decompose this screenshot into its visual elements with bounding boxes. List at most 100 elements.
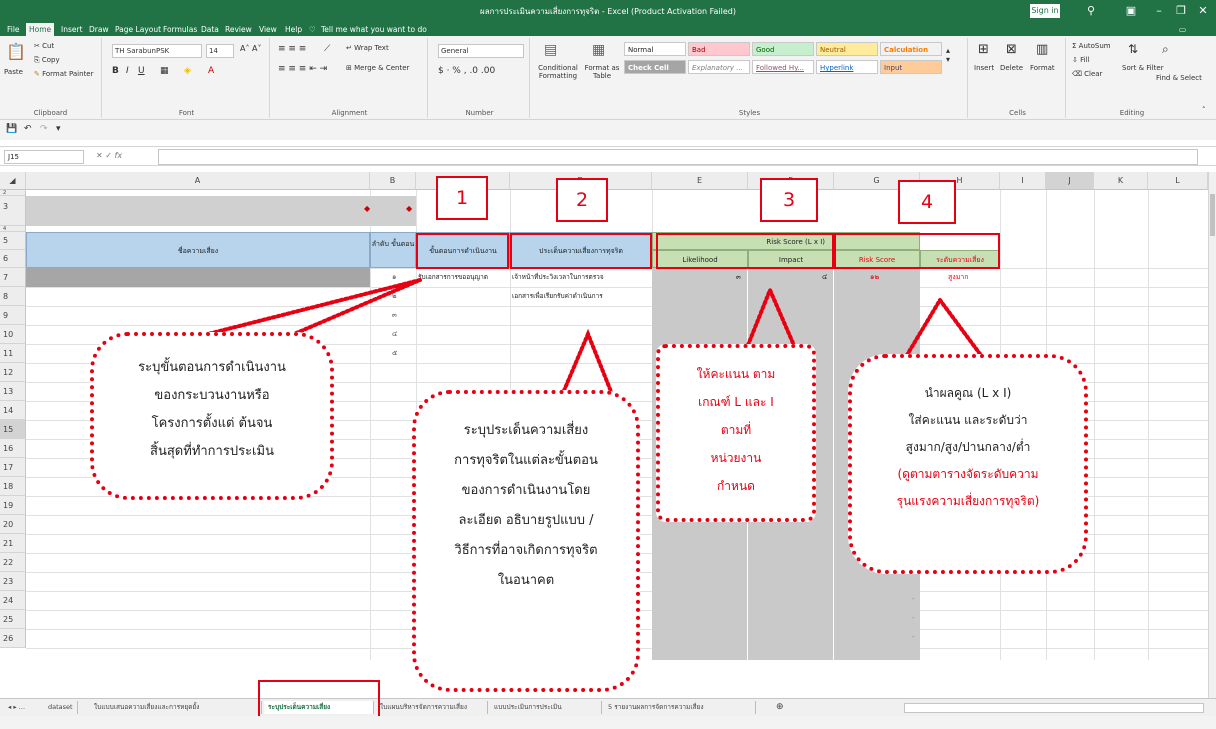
tab-page-layout[interactable]: Page Layout bbox=[112, 23, 164, 36]
col-header-b[interactable]: B bbox=[370, 172, 416, 190]
worksheet-grid[interactable]: ◢ A B C D E F G H I J K L 2 3 4 5 6 7 8 … bbox=[0, 172, 1208, 698]
col-header-a[interactable]: A bbox=[26, 172, 370, 190]
style-check-cell[interactable]: Check Cell bbox=[624, 60, 686, 74]
tab-formulas[interactable]: Formulas bbox=[160, 23, 200, 36]
close-icon[interactable]: ✕ bbox=[1192, 3, 1214, 19]
col-header-j[interactable]: J bbox=[1046, 172, 1094, 190]
find-select-button[interactable]: Find & Select bbox=[1156, 74, 1202, 82]
tab-file[interactable]: File bbox=[4, 23, 23, 36]
number-format-select[interactable]: General bbox=[438, 44, 524, 58]
delete-cells-icon[interactable]: ⊠ bbox=[1006, 42, 1017, 57]
format-cells-icon[interactable]: ▥ bbox=[1036, 42, 1048, 57]
minimize-icon[interactable]: – bbox=[1148, 3, 1170, 19]
col-header-l[interactable]: L bbox=[1148, 172, 1208, 190]
delete-cells-button[interactable]: Delete bbox=[1000, 64, 1023, 72]
find-select-icon[interactable]: ⌕ bbox=[1162, 42, 1169, 57]
issue-cell[interactable]: เอกสารเพื่อเรียกรับค่าดำเนินการ bbox=[512, 291, 652, 301]
orientation-icon[interactable]: ⟋ bbox=[324, 44, 330, 54]
row-header[interactable]: 25 bbox=[0, 610, 26, 629]
font-color-icon[interactable]: A bbox=[208, 66, 214, 76]
fx-icon[interactable]: ✕ ✓ fx bbox=[96, 151, 122, 160]
share-icon[interactable]: ⚲ bbox=[1080, 3, 1102, 19]
row-header[interactable]: 14 bbox=[0, 401, 26, 420]
bold-icon[interactable]: B bbox=[112, 66, 119, 76]
style-neutral[interactable]: Neutral bbox=[816, 42, 878, 56]
col-header-k[interactable]: K bbox=[1094, 172, 1148, 190]
row-header[interactable]: 18 bbox=[0, 477, 26, 496]
style-calculation[interactable]: Calculation bbox=[880, 42, 942, 56]
tell-me-search[interactable]: Tell me what you want to do bbox=[318, 23, 430, 36]
currency-icon[interactable]: $ · % , .0 .00 bbox=[438, 66, 495, 76]
row-header[interactable]: 13 bbox=[0, 382, 26, 401]
align-left-icon[interactable]: ≡ ≡ ≡ ⇤ ⇥ bbox=[278, 64, 327, 74]
row-header[interactable]: 6 bbox=[0, 250, 26, 268]
insert-cells-button[interactable]: Insert bbox=[974, 64, 994, 72]
style-normal[interactable]: Normal bbox=[624, 42, 686, 56]
copy-button[interactable]: ⎘ Copy bbox=[34, 56, 60, 65]
collapse-ribbon-icon[interactable]: ˄ bbox=[1202, 106, 1206, 114]
tab-review[interactable]: Review bbox=[222, 23, 255, 36]
style-hyperlink[interactable]: Hyperlink bbox=[816, 60, 878, 74]
ribbon-display-icon[interactable]: ▣ bbox=[1120, 3, 1142, 19]
order-cell[interactable]: ๕ bbox=[392, 348, 397, 359]
format-as-table-icon[interactable]: ▦ bbox=[592, 42, 605, 58]
row-header[interactable]: 22 bbox=[0, 553, 26, 572]
format-cells-button[interactable]: Format bbox=[1030, 64, 1055, 72]
order-header[interactable]: ลำดับ ขั้นตอน bbox=[370, 232, 416, 268]
merge-center-button[interactable]: ⊞ Merge & Center bbox=[346, 64, 409, 72]
risk-score-cell[interactable]: ๑๒ bbox=[870, 272, 879, 283]
sheet-tab[interactable]: ใบแบบเสนอความเสี่ยงและการหยุดยั้ง bbox=[90, 701, 262, 714]
scroll-thumb[interactable] bbox=[1210, 194, 1215, 236]
row-header[interactable]: 20 bbox=[0, 515, 26, 534]
sheet-tab[interactable]: 5 รายงานผลการจัดการความเสี่ยง bbox=[604, 701, 756, 714]
tab-help[interactable]: Help bbox=[282, 23, 305, 36]
fill-button[interactable]: ⇩ Fill bbox=[1072, 56, 1089, 64]
row-header[interactable]: 8 bbox=[0, 287, 26, 306]
format-painter-button[interactable]: ✎ Format Painter bbox=[34, 70, 94, 78]
comments-icon[interactable]: ▭ bbox=[1176, 23, 1189, 36]
style-followed-hyperlink[interactable]: Followed Hy... bbox=[752, 60, 814, 74]
tab-draw[interactable]: Draw bbox=[86, 23, 112, 36]
font-size-select[interactable]: 14 bbox=[206, 44, 234, 58]
format-as-table-button[interactable]: Format as Table bbox=[582, 64, 622, 80]
paste-button[interactable]: Paste bbox=[4, 68, 23, 76]
redo-icon[interactable]: ↷ bbox=[40, 124, 48, 134]
row-header[interactable]: 10 bbox=[0, 325, 26, 344]
risk-name-header[interactable]: ชื่อความเสี่ยง bbox=[26, 232, 370, 268]
row-header[interactable]: 12 bbox=[0, 363, 26, 382]
impact-cell[interactable]: ๔ bbox=[822, 272, 827, 283]
risk-level-cell[interactable]: สูงมาก bbox=[948, 272, 968, 283]
tab-data[interactable]: Data bbox=[198, 23, 222, 36]
row-header[interactable]: 15 bbox=[0, 420, 26, 439]
row-header[interactable]: 5 bbox=[0, 232, 26, 250]
row-header[interactable]: 23 bbox=[0, 572, 26, 591]
clear-button[interactable]: ⌫ Clear bbox=[1072, 70, 1102, 78]
italic-icon[interactable]: I bbox=[126, 66, 129, 76]
underline-icon[interactable]: U bbox=[138, 66, 145, 76]
fill-color-icon[interactable]: ◈ bbox=[184, 66, 191, 76]
sheet-tab[interactable]: ใบแผนบริหารจัดการความเสี่ยง bbox=[376, 701, 488, 714]
restore-icon[interactable]: ❐ bbox=[1170, 3, 1192, 19]
tab-insert[interactable]: Insert bbox=[58, 23, 86, 36]
order-cell[interactable]: ๒ bbox=[392, 291, 397, 302]
cut-button[interactable]: ✂ Cut bbox=[34, 42, 54, 50]
row-header[interactable]: 9 bbox=[0, 306, 26, 325]
risk-name-cell[interactable] bbox=[26, 268, 370, 287]
sort-filter-icon[interactable]: ⇅ bbox=[1128, 42, 1138, 56]
order-cell[interactable]: ๓ bbox=[392, 310, 397, 321]
col-header-e[interactable]: E bbox=[652, 172, 748, 190]
font-name-select[interactable]: TH SarabunPSK bbox=[112, 44, 202, 58]
row-header[interactable]: 17 bbox=[0, 458, 26, 477]
sign-in-button[interactable]: Sign in bbox=[1030, 4, 1060, 18]
style-bad[interactable]: Bad bbox=[688, 42, 750, 56]
row-header[interactable]: 3 bbox=[0, 196, 26, 226]
sheet-tab[interactable]: แบบประเมินการประเมิน bbox=[490, 701, 602, 714]
issue-cell[interactable]: เจ้าหน้าที่ประวิงเวลาในการตรวจ bbox=[512, 272, 652, 282]
process-cell[interactable]: รับเอกสารการขออนุญาต bbox=[418, 272, 510, 282]
conditional-formatting-button[interactable]: Conditional Formatting bbox=[534, 64, 582, 80]
style-explanatory[interactable]: Explanatory ... bbox=[688, 60, 750, 74]
row-header[interactable]: 16 bbox=[0, 439, 26, 458]
likelihood-cell[interactable]: ๓ bbox=[736, 272, 741, 283]
align-top-icon[interactable]: ≡ ≡ ≡ bbox=[278, 44, 306, 54]
customize-qat-icon[interactable]: ▾ bbox=[56, 124, 61, 134]
